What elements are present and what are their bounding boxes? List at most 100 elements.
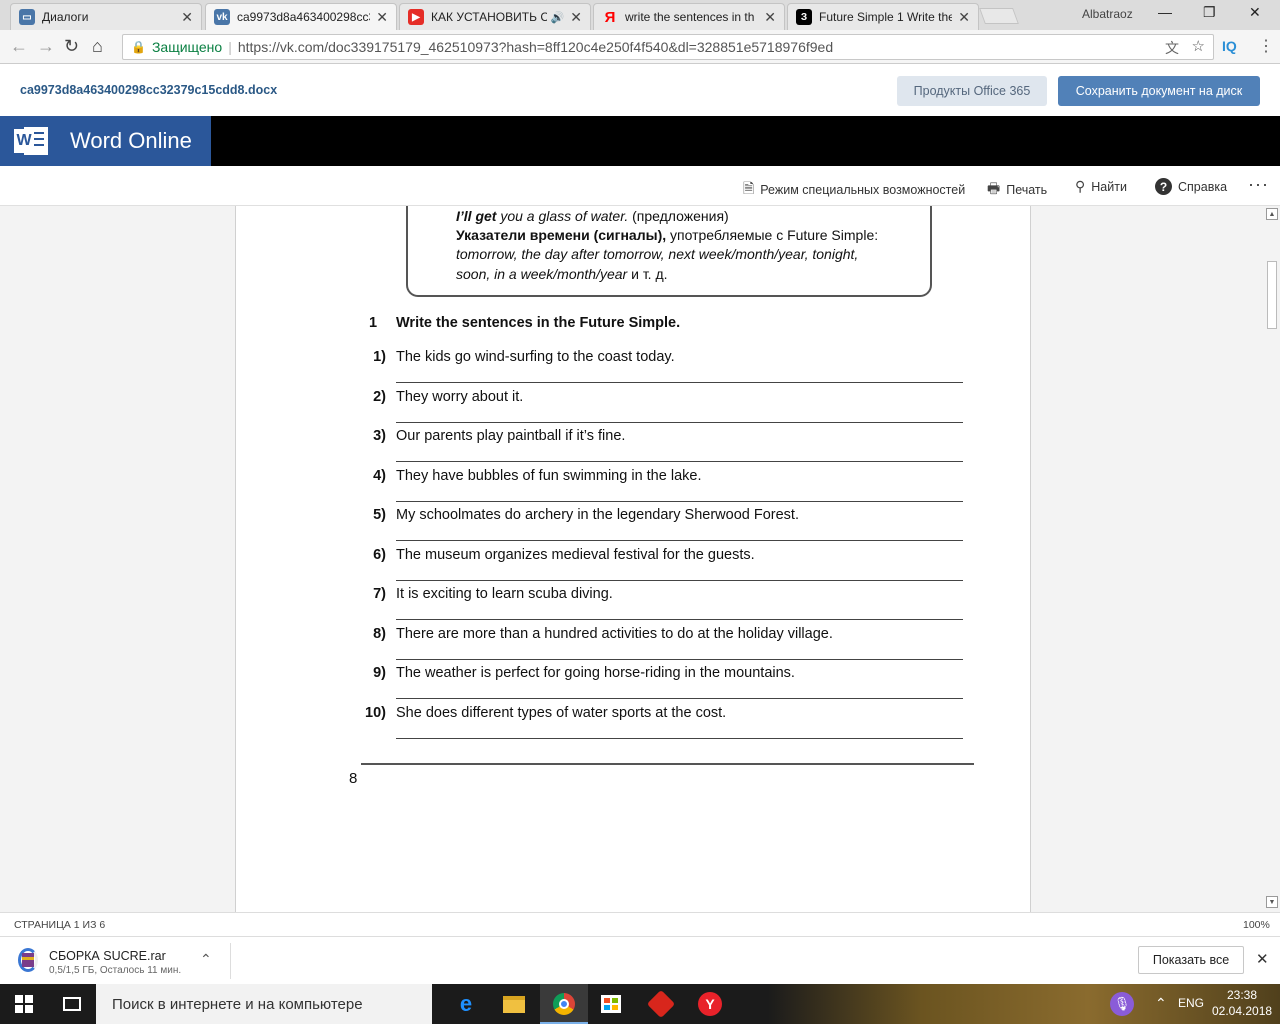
divider: | <box>228 39 232 55</box>
back-arrow-icon[interactable]: ← <box>10 36 28 57</box>
exercise-number: 7) <box>373 586 386 602</box>
exercise-number: 10) <box>365 705 386 721</box>
answer-line <box>396 501 963 502</box>
forward-arrow-icon[interactable]: → <box>37 36 55 57</box>
more-options-icon[interactable]: ··· <box>1248 174 1269 195</box>
doc-name: ca9973d8a463400298cc32379c15cdd8.docx <box>20 83 278 97</box>
answer-line <box>396 580 963 581</box>
url-text[interactable]: https://vk.com/doc339175179_462510973?ha… <box>238 39 833 55</box>
restore-icon[interactable]: ❐ <box>1203 4 1216 21</box>
close-icon[interactable]: ✕ <box>1256 950 1269 968</box>
task-view-icon[interactable] <box>58 990 86 1018</box>
close-window-icon[interactable]: ✕ <box>1249 4 1261 21</box>
microphone-icon[interactable]: 🎙 <box>1108 990 1136 1018</box>
taskbar-search-input[interactable]: Поиск в интернете и на компьютере <box>96 984 432 1024</box>
translate-icon[interactable]: 文 <box>1165 38 1179 58</box>
help-button[interactable]: ? Справка <box>1155 178 1227 195</box>
language-indicator[interactable]: ENG <box>1178 996 1204 1010</box>
app-title: Word Online <box>70 128 192 153</box>
exercise-number: 5) <box>373 507 386 523</box>
browser-tab[interactable]: З Future Simple 1 Write the ✕ <box>787 3 979 30</box>
print-button[interactable]: 🖶 Печать <box>987 178 1047 202</box>
browser-tab-bar: ▭ Диалоги ✕ vk ca9973d8a463400298cc3 ✕ ▶… <box>0 0 1280 30</box>
accessibility-mode-button[interactable]: 🗎 Режим специальных возможностей <box>743 178 965 202</box>
file-explorer-icon[interactable] <box>500 990 528 1018</box>
browser-tab[interactable]: ▶ КАК УСТАНОВИТЬ СБ 🔊 ✕ <box>399 3 591 30</box>
close-tab-icon[interactable]: ✕ <box>181 9 193 26</box>
close-tab-icon[interactable]: ✕ <box>570 9 582 26</box>
close-tab-icon[interactable]: ✕ <box>764 9 776 26</box>
answer-line <box>396 382 963 383</box>
reload-icon[interactable]: ↻ <box>64 36 79 57</box>
download-file-name[interactable]: СБОРКА SUCRE.rar <box>49 949 166 963</box>
store-icon[interactable] <box>597 990 625 1018</box>
secure-label: Защищено <box>151 39 223 55</box>
document-page: I’ll get you a glass of water. (предложе… <box>235 206 1031 912</box>
answer-line <box>396 619 963 620</box>
vk-icon: vk <box>214 9 230 25</box>
exercise-number: 6) <box>373 547 386 563</box>
vk-doc-header: ca9973d8a463400298cc32379c15cdd8.docx Пр… <box>0 65 1280 116</box>
clock[interactable]: 23:38 02.04.2018 <box>1212 987 1272 1019</box>
game-app-icon[interactable] <box>646 989 676 1019</box>
answer-line <box>396 698 963 699</box>
znanija-icon: З <box>796 9 812 25</box>
word-brand[interactable]: W Word Online <box>0 116 211 166</box>
divider <box>230 943 231 979</box>
minimize-icon[interactable]: — <box>1158 4 1172 20</box>
edge-icon[interactable]: e <box>452 990 480 1018</box>
exercise-text: It is exciting to learn scuba diving. <box>396 586 613 602</box>
close-tab-icon[interactable]: ✕ <box>958 9 970 26</box>
status-bar: СТРАНИЦА 1 ИЗ 6 100% <box>0 912 1280 936</box>
exercise-number: 1) <box>373 349 386 365</box>
show-all-button[interactable]: Показать все <box>1138 946 1244 974</box>
menu-dots-icon[interactable]: ⋮ <box>1258 36 1274 56</box>
answer-line <box>396 659 963 660</box>
exercise-number: 3) <box>373 428 386 444</box>
answer-line <box>396 738 963 739</box>
rule-line: I’ll get you a glass of water. (предложе… <box>456 208 729 224</box>
save-to-disk-button[interactable]: Сохранить документ на диск <box>1058 76 1260 106</box>
exercise-number: 2) <box>373 389 386 405</box>
zoom-level[interactable]: 100% <box>1243 919 1270 931</box>
rule-line: soon, in a week/month/year и т. д. <box>456 266 668 282</box>
exercise-text: They worry about it. <box>396 389 524 405</box>
find-button[interactable]: ⚲ Найти <box>1075 178 1127 195</box>
accessibility-icon: 🗎 <box>743 180 755 196</box>
office-products-button[interactable]: Продукты Office 365 <box>897 76 1047 106</box>
star-icon[interactable]: ☆ <box>1192 37 1205 55</box>
clock-date: 02.04.2018 <box>1212 1004 1273 1018</box>
rar-file-icon <box>16 947 40 973</box>
address-bar[interactable]: 🔒 Защищено | https://vk.com/doc339175179… <box>122 34 1214 60</box>
yandex-browser-icon[interactable]: Y <box>696 990 724 1018</box>
windows-start-icon[interactable] <box>10 990 38 1018</box>
chevron-up-icon[interactable]: ⌃ <box>1155 995 1167 1012</box>
browser-tab-active[interactable]: vk ca9973d8a463400298cc3 ✕ <box>205 3 397 30</box>
home-icon[interactable]: ⌂ <box>92 36 103 57</box>
document-viewport[interactable]: I’ll get you a glass of water. (предложе… <box>0 206 1264 912</box>
yandex-icon: Я <box>604 8 616 26</box>
vertical-scrollbar[interactable]: ▲ ▼ <box>1264 206 1280 912</box>
browser-tab[interactable]: Я write the sentences in th ✕ <box>593 3 785 30</box>
footer-divider <box>361 763 974 765</box>
close-tab-icon[interactable]: ✕ <box>376 9 388 26</box>
chevron-up-icon[interactable]: ⌃ <box>200 951 212 968</box>
exercise-text: There are more than a hundred activities… <box>396 626 833 642</box>
chrome-taskbar-button[interactable] <box>540 984 588 1024</box>
scroll-thumb[interactable] <box>1267 261 1277 329</box>
scroll-up-icon[interactable]: ▲ <box>1266 208 1278 220</box>
task-number: 1 <box>369 315 378 331</box>
scroll-down-icon[interactable]: ▼ <box>1266 896 1278 908</box>
browser-tab[interactable]: ▭ Диалоги ✕ <box>10 3 202 30</box>
exercise-text: Our parents play paintball if it’s fine. <box>396 428 626 444</box>
new-tab-button[interactable] <box>979 8 1019 24</box>
youtube-icon: ▶ <box>408 9 424 25</box>
chrome-icon <box>553 993 575 1015</box>
browser-toolbar: ← → ↻ ⌂ 🔒 Защищено | https://vk.com/doc3… <box>0 30 1280 64</box>
task-title: Write the sentences in the Future Simple… <box>396 315 681 331</box>
download-bar: СБОРКА SUCRE.rar 0,5/1,5 ГБ, Осталось 11… <box>0 936 1280 984</box>
iq-extension-icon[interactable]: IQ <box>1222 38 1237 54</box>
profile-name[interactable]: Albatraoz <box>1082 7 1133 21</box>
lock-icon: 🔒 <box>131 40 146 54</box>
exercise-number: 4) <box>373 468 386 484</box>
